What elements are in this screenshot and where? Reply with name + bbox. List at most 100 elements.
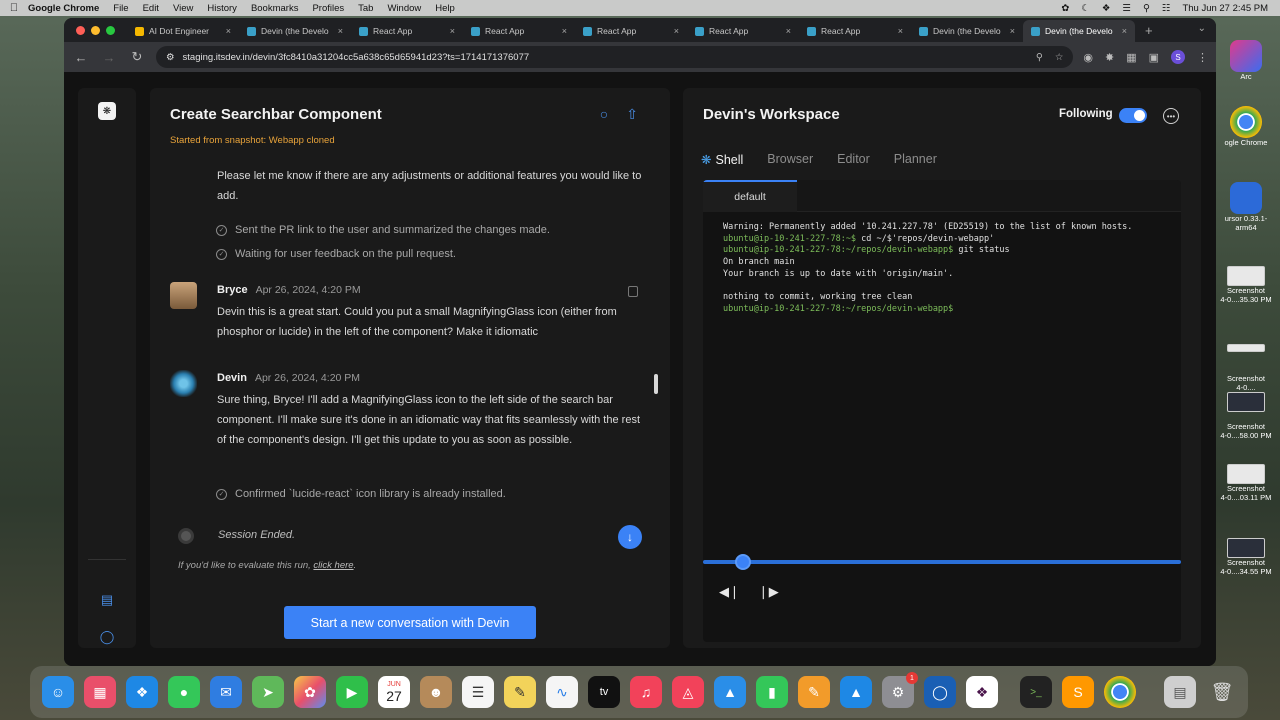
freeform-icon[interactable]: ∿ [546,676,578,708]
playback-timeline[interactable] [703,554,1181,570]
menu-view[interactable]: View [173,3,193,14]
close-tab-icon[interactable]: × [562,26,567,36]
copy-icon[interactable] [628,286,638,297]
extension-icon[interactable]: ✸ [1105,51,1114,64]
menu-history[interactable]: History [207,3,237,14]
terminal-output[interactable]: Warning: Permanently added '10.241.227.7… [723,222,1132,316]
minimize-window-button[interactable] [91,26,100,35]
desktop-cursor[interactable]: ursor 0.33.1- arm64 [1212,182,1280,232]
site-info-icon[interactable]: ⚙ [166,52,175,63]
desktop-screenshot-2[interactable] [1212,344,1280,352]
skip-back-icon[interactable]: ◀❘ [719,584,740,600]
browser-tab[interactable]: React App × [351,20,463,42]
status-moon-icon[interactable]: ☾ [1081,3,1090,14]
chrome-dock-icon[interactable] [1104,676,1136,708]
browser-tab[interactable]: React App × [575,20,687,42]
spotlight-search-icon[interactable]: ⚲ [1143,3,1150,14]
numbers-icon[interactable]: ▮ [756,676,788,708]
docs-book-icon[interactable]: ▤ [98,592,116,610]
menu-help[interactable]: Help [435,3,455,14]
mail-icon[interactable]: ✉ [210,676,242,708]
desktop-screenshot-5[interactable]: Screenshot 4-0....03.11 PM [1212,464,1280,502]
menu-file[interactable]: File [113,3,128,14]
news-icon[interactable]: ◬ [672,676,704,708]
snapshot-value[interactable]: Webapp cloned [269,135,335,146]
apple-tv-icon[interactable]: tv [588,676,620,708]
close-tab-icon[interactable]: × [226,26,231,36]
skip-forward-icon[interactable]: ❘▶ [758,584,779,600]
menubar-clock[interactable]: Thu Jun 27 2:45 PM [1182,3,1268,14]
system-settings-icon[interactable]: ⚙ 1 [882,672,918,708]
desktop-screenshot-6[interactable]: Screenshot 4-0....34.55 PM [1212,538,1280,576]
messages-icon[interactable]: ● [168,676,200,708]
finder-icon[interactable]: ☺ [42,676,74,708]
sublime-text-icon[interactable]: S [1062,676,1094,708]
close-tab-icon[interactable]: × [1010,26,1015,36]
new-conversation-button[interactable]: Start a new conversation with Devin [284,606,536,639]
status-slack-icon[interactable]: ❖ [1102,3,1111,14]
close-tab-icon[interactable]: × [450,26,455,36]
browser-tab[interactable]: Devin (the Develo × [911,20,1023,42]
menu-edit[interactable]: Edit [143,3,159,14]
reload-icon[interactable]: ↻ [128,49,146,65]
menu-profiles[interactable]: Profiles [312,3,344,14]
devin-logo-icon[interactable]: ❋ [98,102,116,120]
following-toggle[interactable] [1119,108,1147,123]
facetime-icon[interactable]: ▶ [336,676,368,708]
desktop-screenshot-1[interactable]: Screenshot 4-0....35.30 PM [1212,266,1280,304]
lightbulb-icon[interactable]: ◯ [98,629,116,647]
new-tab-button[interactable]: + [1135,23,1163,42]
1password-icon[interactable]: ◯ [924,676,956,708]
control-center-icon[interactable]: ☷ [1162,3,1171,14]
browser-tab[interactable]: React App × [463,20,575,42]
trash-icon[interactable]: 🗑 [1206,676,1238,708]
close-tab-icon[interactable]: × [1122,26,1127,36]
timeline-scrubber[interactable] [735,554,752,570]
sidebar-icon[interactable]: ▣ [1149,51,1159,64]
chrome-menu-icon[interactable]: ⋮ [1197,51,1208,64]
menu-bookmarks[interactable]: Bookmarks [251,3,299,14]
app-store-icon[interactable]: ▲ [840,676,872,708]
photos-icon[interactable]: ✿ [294,676,326,708]
apple-menu-icon[interactable]:  [0,2,28,14]
browser-tab[interactable]: React App × [687,20,799,42]
slack-icon[interactable]: ❖ [966,676,998,708]
keynote-icon[interactable]: ▲ [714,676,746,708]
close-tab-icon[interactable]: × [898,26,903,36]
profile-avatar[interactable]: S [1171,50,1185,64]
pages-icon[interactable]: ✎ [798,676,830,708]
browser-tab[interactable]: AI Dot Engineer × [127,20,239,42]
evaluate-link[interactable]: click here [313,560,353,571]
desktop-arc[interactable]: Arc [1212,40,1280,81]
tab-editor[interactable]: Editor [837,152,870,167]
extension-icon[interactable]: ◉ [1083,51,1093,64]
wifi-icon[interactable]: ☰ [1122,3,1131,14]
tab-shell[interactable]: ❋ Shell [701,152,743,167]
tab-search-icon[interactable]: ⌄ [1198,23,1206,34]
contacts-icon[interactable]: ☻ [420,676,452,708]
downloads-stack-icon[interactable]: ▤ [1164,676,1196,708]
status-bird-icon[interactable]: ✿ [1061,3,1069,14]
tab-browser[interactable]: Browser [767,152,813,167]
browser-tab[interactable]: Devin (the Develo × [239,20,351,42]
launchpad-icon[interactable]: ▦ [84,676,116,708]
safari-icon[interactable]: ❖ [126,676,158,708]
terminal-icon[interactable]: >_ [1020,676,1052,708]
calendar-icon[interactable]: JUN 27 [378,676,410,708]
more-options-icon[interactable]: ••• [1163,108,1179,124]
music-icon[interactable]: ♫ [630,676,662,708]
tab-planner[interactable]: Planner [894,152,937,167]
maps-icon[interactable]: ➤ [252,676,284,708]
desktop-screenshot-3[interactable]: Screenshot 4-0.... [1212,374,1280,412]
address-bar[interactable]: ⚙ staging.itsdev.in/devin/3fc8410a31204c… [156,46,1074,68]
zoom-window-button[interactable] [106,26,115,35]
zoom-icon[interactable]: ⚲ [1036,52,1043,63]
browser-tab[interactable]: React App × [799,20,911,42]
close-window-button[interactable] [76,26,85,35]
desktop-google-chrome[interactable]: ogle Chrome [1212,106,1280,147]
feedback-chat-icon[interactable]: ○ [600,106,608,123]
url-text[interactable]: staging.itsdev.in/devin/3fc8410a31204cc5… [183,52,530,63]
scroll-to-bottom-button[interactable]: ↓ [618,525,642,549]
menu-window[interactable]: Window [387,3,421,14]
close-tab-icon[interactable]: × [338,26,343,36]
